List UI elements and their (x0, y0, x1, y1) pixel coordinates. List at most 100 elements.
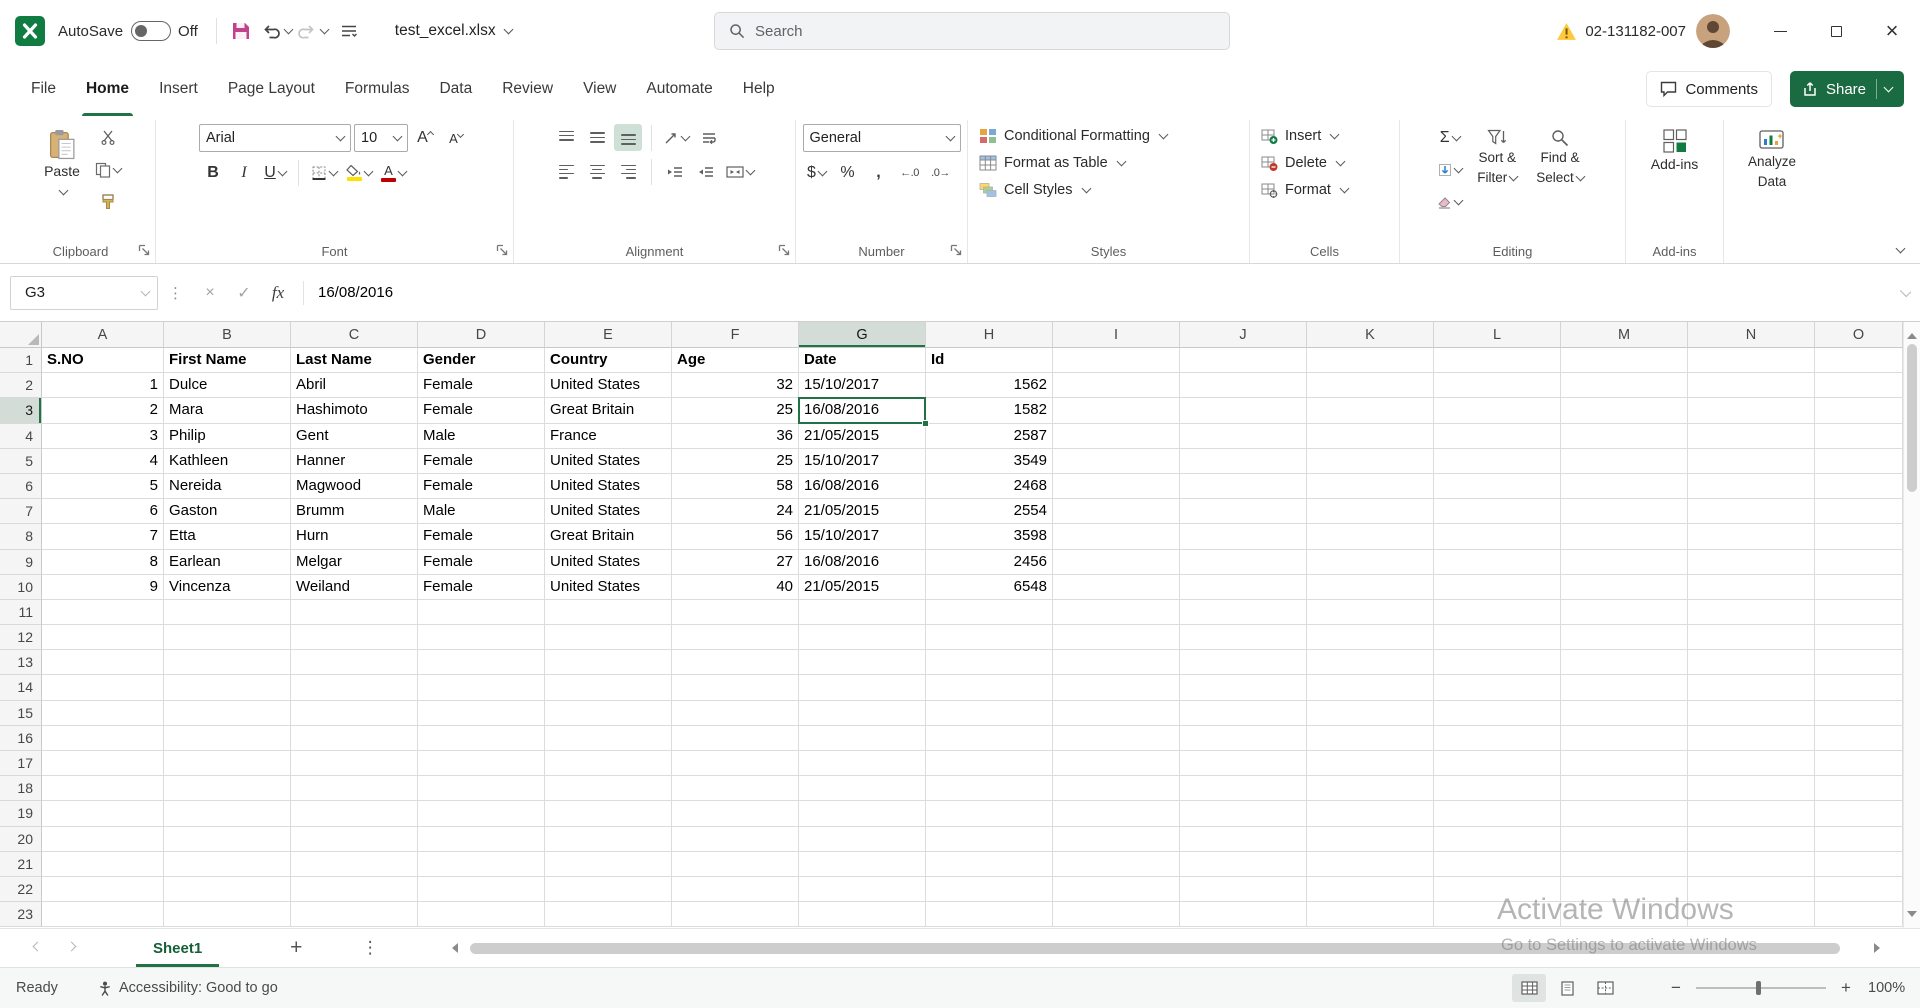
cell-N2[interactable] (1688, 373, 1815, 398)
cell-A19[interactable] (42, 801, 164, 826)
cell-G9[interactable]: 16/08/2016 (799, 550, 926, 575)
cell-G10[interactable]: 21/05/2015 (799, 575, 926, 600)
cell-N17[interactable] (1688, 751, 1815, 776)
redo-button[interactable] (295, 13, 331, 49)
tab-automate[interactable]: Automate (631, 62, 727, 116)
cell-H20[interactable] (926, 827, 1053, 852)
cell-F14[interactable] (672, 675, 799, 700)
copy-button[interactable] (92, 156, 124, 183)
cell-H2[interactable]: 1562 (926, 373, 1053, 398)
row-header-23[interactable]: 23 (0, 902, 42, 927)
cell-H9[interactable]: 2456 (926, 550, 1053, 575)
cell-M20[interactable] (1561, 827, 1688, 852)
cell-C11[interactable] (291, 600, 418, 625)
cell-D3[interactable]: Female (418, 398, 545, 423)
cell-I10[interactable] (1053, 575, 1180, 600)
cell-I20[interactable] (1053, 827, 1180, 852)
row-header-9[interactable]: 9 (0, 550, 42, 575)
cell-N1[interactable] (1688, 348, 1815, 373)
addins-button[interactable]: Add-ins (1644, 124, 1705, 178)
row-header-16[interactable]: 16 (0, 726, 42, 751)
cell-O20[interactable] (1815, 827, 1903, 852)
cell-B15[interactable] (164, 701, 291, 726)
cell-C7[interactable]: Brumm (291, 499, 418, 524)
cell-J10[interactable] (1180, 575, 1307, 600)
cell-J3[interactable] (1180, 398, 1307, 423)
col-header-K[interactable]: K (1307, 322, 1434, 348)
cell-F10[interactable]: 40 (672, 575, 799, 600)
decrease-indent-button[interactable] (661, 158, 689, 185)
cell-I15[interactable] (1053, 701, 1180, 726)
percent-style-button[interactable]: % (834, 159, 862, 186)
cell-C12[interactable] (291, 625, 418, 650)
cell-L9[interactable] (1434, 550, 1561, 575)
cell-K15[interactable] (1307, 701, 1434, 726)
cell-C16[interactable] (291, 726, 418, 751)
col-header-A[interactable]: A (42, 322, 164, 348)
cell-O10[interactable] (1815, 575, 1903, 600)
col-header-L[interactable]: L (1434, 322, 1561, 348)
horizontal-scroll-thumb[interactable] (470, 943, 1840, 954)
cell-N5[interactable] (1688, 449, 1815, 474)
cell-O21[interactable] (1815, 852, 1903, 877)
cell-I5[interactable] (1053, 449, 1180, 474)
cell-I3[interactable] (1053, 398, 1180, 423)
fill-button[interactable] (1434, 156, 1465, 183)
cell-O15[interactable] (1815, 701, 1903, 726)
cell-J4[interactable] (1180, 424, 1307, 449)
cell-E11[interactable] (545, 600, 672, 625)
cell-K8[interactable] (1307, 524, 1434, 549)
cell-M8[interactable] (1561, 524, 1688, 549)
cell-I9[interactable] (1053, 550, 1180, 575)
font-dialog-launcher[interactable] (496, 244, 509, 257)
cell-E6[interactable]: United States (545, 474, 672, 499)
cell-K1[interactable] (1307, 348, 1434, 373)
cell-E1[interactable]: Country (545, 348, 672, 373)
comma-style-button[interactable]: , (865, 159, 893, 186)
cell-E21[interactable] (545, 852, 672, 877)
cell-G4[interactable]: 21/05/2015 (799, 424, 926, 449)
row-header-3[interactable]: 3 (0, 398, 42, 423)
accounting-format-button[interactable]: $ (803, 159, 831, 186)
cell-H7[interactable]: 2554 (926, 499, 1053, 524)
cell-E15[interactable] (545, 701, 672, 726)
cell-B1[interactable]: First Name (164, 348, 291, 373)
row-header-10[interactable]: 10 (0, 575, 42, 600)
clipboard-dialog-launcher[interactable] (138, 244, 151, 257)
cell-N8[interactable] (1688, 524, 1815, 549)
cell-C21[interactable] (291, 852, 418, 877)
decrease-decimal-button[interactable]: .0→ (927, 159, 955, 186)
paste-button[interactable]: Paste (37, 124, 87, 205)
cell-J11[interactable] (1180, 600, 1307, 625)
cell-O1[interactable] (1815, 348, 1903, 373)
cell-J15[interactable] (1180, 701, 1307, 726)
row-header-5[interactable]: 5 (0, 449, 42, 474)
cell-M14[interactable] (1561, 675, 1688, 700)
cell-E22[interactable] (545, 877, 672, 902)
cell-J1[interactable] (1180, 348, 1307, 373)
cell-M17[interactable] (1561, 751, 1688, 776)
row-header-2[interactable]: 2 (0, 373, 42, 398)
cell-O3[interactable] (1815, 398, 1903, 423)
cell-K12[interactable] (1307, 625, 1434, 650)
cell-D10[interactable]: Female (418, 575, 545, 600)
cell-H11[interactable] (926, 600, 1053, 625)
cell-B20[interactable] (164, 827, 291, 852)
cell-M12[interactable] (1561, 625, 1688, 650)
cell-E9[interactable]: United States (545, 550, 672, 575)
row-header-17[interactable]: 17 (0, 751, 42, 776)
cell-F21[interactable] (672, 852, 799, 877)
row-header-1[interactable]: 1 (0, 348, 42, 373)
cell-L19[interactable] (1434, 801, 1561, 826)
cell-M6[interactable] (1561, 474, 1688, 499)
cell-M10[interactable] (1561, 575, 1688, 600)
vertical-scroll-thumb[interactable] (1907, 344, 1917, 492)
cell-E19[interactable] (545, 801, 672, 826)
formula-input[interactable]: 16/08/2016 (312, 284, 1901, 301)
fill-handle[interactable] (922, 420, 929, 427)
cell-B17[interactable] (164, 751, 291, 776)
cell-A17[interactable] (42, 751, 164, 776)
cell-M21[interactable] (1561, 852, 1688, 877)
tab-home[interactable]: Home (71, 62, 144, 116)
cell-B13[interactable] (164, 650, 291, 675)
